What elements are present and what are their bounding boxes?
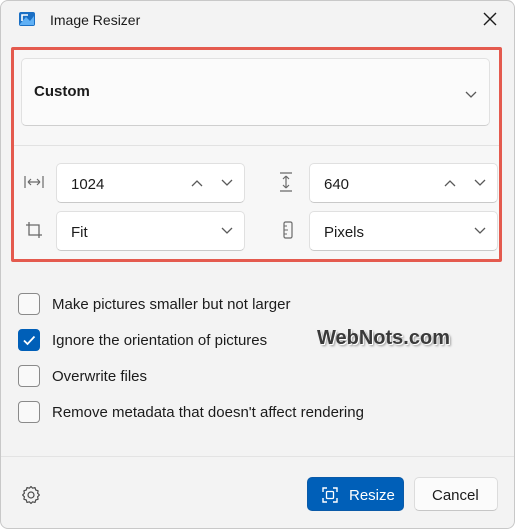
resize-button[interactable]: Resize: [307, 477, 404, 511]
image-resizer-window: Image Resizer Custom 1024 640 Fit Pixels…: [0, 0, 515, 529]
title-bar: Image Resizer: [1, 1, 514, 37]
fit-dropdown[interactable]: Fit: [56, 211, 245, 251]
chevron-down-icon: [217, 222, 237, 240]
settings-button[interactable]: [21, 485, 41, 505]
resize-icon: [322, 487, 338, 508]
option-overwrite-files[interactable]: Overwrite files: [18, 364, 438, 390]
option-remove-metadata[interactable]: Remove metadata that doesn't affect rend…: [18, 400, 438, 426]
chevron-up-icon: [191, 180, 203, 187]
width-icon: [24, 172, 44, 192]
crop-icon: [24, 220, 44, 240]
height-value: 640: [324, 176, 350, 193]
close-icon: [483, 12, 497, 26]
height-increment-button[interactable]: [440, 174, 460, 192]
option-label: Remove metadata that doesn't affect rend…: [52, 404, 364, 421]
unit-dropdown[interactable]: Pixels: [309, 211, 498, 251]
option-smaller-only[interactable]: Make pictures smaller but not larger: [18, 292, 438, 318]
option-label: Overwrite files: [52, 368, 148, 385]
height-icon: [276, 172, 296, 192]
window-title: Image Resizer: [50, 12, 141, 28]
chevron-down-icon: [465, 86, 477, 104]
resize-settings-panel: Custom 1024 640 Fit Pixels: [11, 47, 502, 262]
chevron-up-icon: [444, 180, 456, 187]
fit-value: Fit: [71, 224, 88, 241]
checkmark-icon: [23, 335, 36, 346]
checkbox[interactable]: [18, 401, 40, 423]
unit-value: Pixels: [324, 224, 365, 241]
width-value: 1024: [71, 176, 105, 193]
close-button[interactable]: [475, 5, 505, 33]
height-decrement-button[interactable]: [470, 174, 490, 192]
image-resizer-app-icon: [19, 12, 35, 26]
option-label: Ignore the orientation of pictures: [52, 332, 268, 349]
ruler-icon: [278, 220, 298, 240]
cancel-button-label: Cancel: [432, 487, 479, 504]
preset-dropdown[interactable]: Custom: [21, 58, 490, 126]
gear-icon: [22, 485, 40, 505]
checkbox[interactable]: [18, 329, 40, 351]
chevron-down-icon: [470, 222, 490, 240]
cancel-button[interactable]: Cancel: [414, 477, 498, 511]
chevron-down-icon: [474, 179, 486, 186]
preset-selected-value: Custom: [34, 83, 90, 100]
option-label: Make pictures smaller but not larger: [52, 296, 291, 313]
checkbox[interactable]: [18, 293, 40, 315]
chevron-down-icon: [221, 179, 233, 186]
width-increment-button[interactable]: [187, 174, 207, 192]
width-input[interactable]: 1024: [56, 163, 245, 203]
checkbox[interactable]: [18, 365, 40, 387]
watermark: WebNots.com: [317, 327, 450, 349]
panel-divider: [14, 145, 499, 146]
height-input[interactable]: 640: [309, 163, 498, 203]
width-decrement-button[interactable]: [217, 174, 237, 192]
resize-button-label: Resize: [349, 487, 395, 504]
footer-divider: [1, 456, 514, 457]
